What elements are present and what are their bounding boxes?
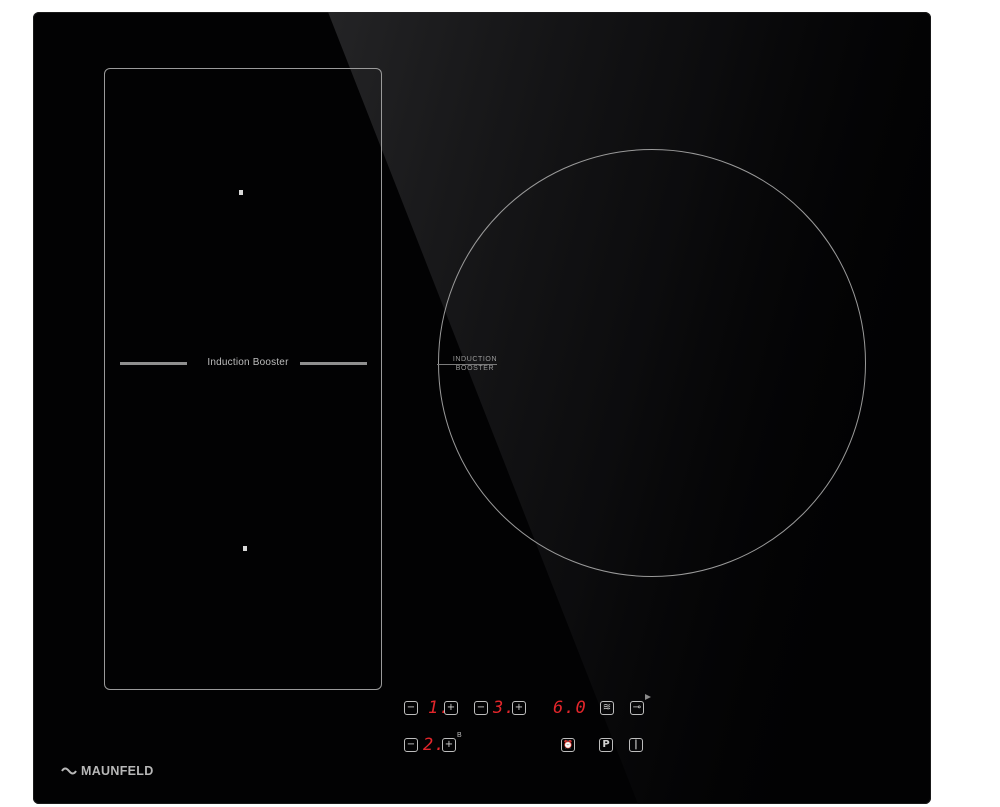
zone-center-mark-bottom [243, 546, 247, 551]
flex-cooking-zone[interactable] [104, 68, 382, 690]
zone2-plus-button[interactable]: + [442, 738, 456, 752]
zone3-plus-button[interactable]: + [512, 701, 526, 715]
zone3-minus-button[interactable]: − [474, 701, 488, 715]
lock-indicator-icon [645, 694, 651, 700]
zone1-plus-button[interactable]: + [444, 701, 458, 715]
round-zone-label: INDUCTION BOOSTER [451, 355, 499, 373]
booster-label: Induction Booster [207, 357, 289, 368]
timer-display: 6.0 [553, 698, 587, 718]
timer-icon[interactable]: ⏰ [561, 738, 575, 752]
booster-divider-left [120, 362, 187, 365]
zone2-boost-indicator: B [457, 732, 462, 739]
power-button[interactable]: | [629, 738, 643, 752]
round-cooking-zone[interactable] [438, 149, 866, 577]
induction-hob-panel: Induction Booster INDUCTION BOOSTER − 1.… [33, 12, 931, 804]
zone-center-mark-top [239, 190, 243, 195]
brand-mark-icon [61, 767, 77, 775]
keep-warm-icon[interactable]: ≋ [600, 701, 614, 715]
zone1-minus-button[interactable]: − [404, 701, 418, 715]
round-zone-label-line2: BOOSTER [455, 365, 495, 372]
pause-button[interactable]: P [599, 738, 613, 752]
brand-logo: MAUNFELD [61, 764, 154, 778]
zone2-minus-button[interactable]: − [404, 738, 418, 752]
lock-icon[interactable]: ⊸ [630, 701, 644, 715]
round-zone-label-line1: INDUCTION [452, 356, 498, 363]
brand-name: MAUNFELD [81, 764, 154, 778]
